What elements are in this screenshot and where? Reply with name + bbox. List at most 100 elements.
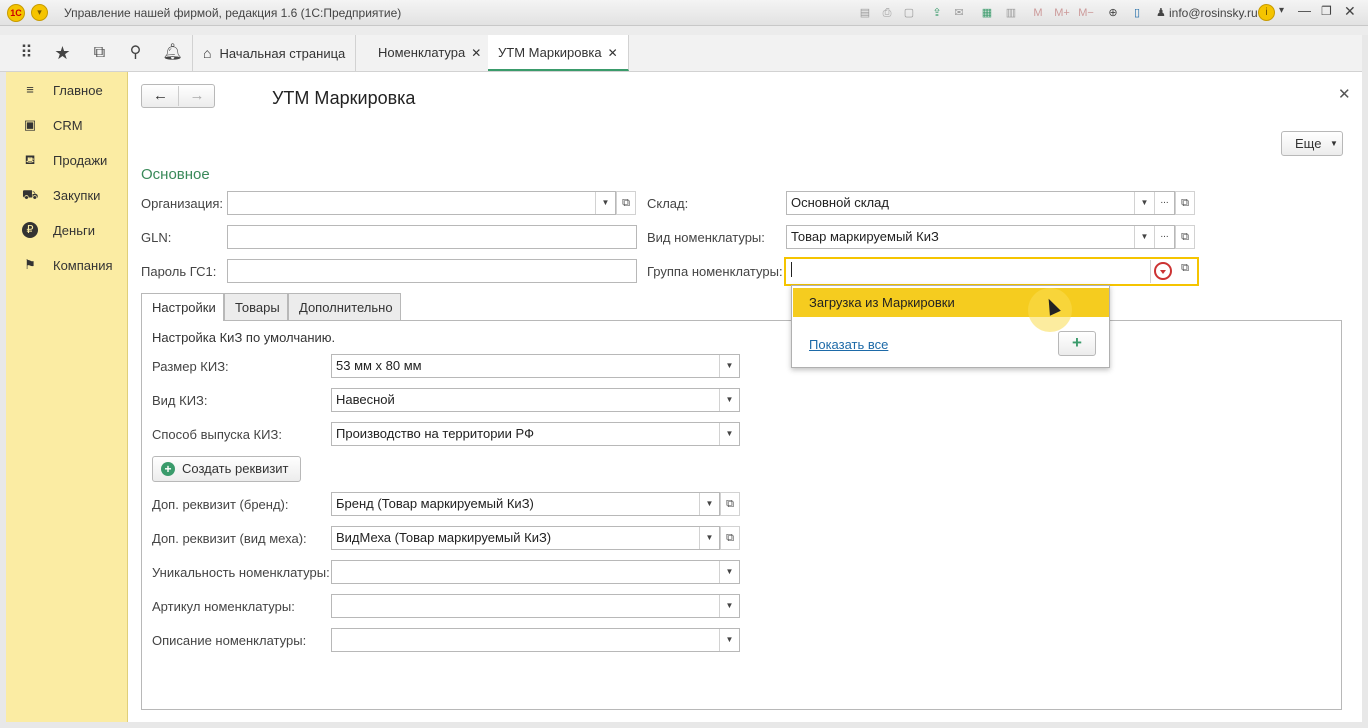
gln-field[interactable] <box>227 225 637 249</box>
select-dots-icon[interactable]: ... <box>1154 226 1174 248</box>
warehouse-field[interactable]: Основной склад ... ▼ <box>786 191 1175 215</box>
bell-icon[interactable]: 🔔︎ <box>154 35 191 71</box>
user-icon: ♟ <box>1156 7 1166 19</box>
upload-icon[interactable]: ⇪ <box>930 6 944 20</box>
search-icon[interactable]: ⚲ <box>117 35 154 71</box>
user-name[interactable]: info@rosinsky.ru <box>1169 6 1258 20</box>
chevron-down-icon[interactable]: ▾ <box>1279 5 1284 16</box>
settings-tab-page <box>141 320 1342 710</box>
kind-label: Вид КИЗ: <box>152 393 208 408</box>
minimize-icon[interactable]: — <box>1298 3 1311 18</box>
open-icon[interactable]: ⧉ <box>1176 262 1194 275</box>
sidebar-item-purchases[interactable]: ⛟ Закупки <box>6 184 128 208</box>
unique-label: Уникальность номенклатуры: <box>152 565 330 580</box>
preview-icon[interactable]: ▢ <box>902 6 916 20</box>
sidebar-item-money[interactable]: ₽ Деньги <box>6 219 128 243</box>
panel-icon[interactable]: ▯ <box>1130 6 1144 20</box>
tab-settings[interactable]: Настройки <box>141 293 224 322</box>
nomenclature-kind-label: Вид номенклатуры: <box>647 230 765 245</box>
sidebar-item-label: Закупки <box>53 188 101 203</box>
chevron-down-icon[interactable]: ▼ <box>595 192 615 214</box>
chevron-down-icon[interactable]: ▼ <box>719 629 739 651</box>
home-icon: ⌂ <box>203 45 212 61</box>
tab-goods[interactable]: Товары <box>224 293 288 321</box>
zoom-icon[interactable]: ⊕ <box>1106 6 1120 20</box>
flag-icon: ⚑ <box>24 257 36 272</box>
tab-nomenclature[interactable]: Номенклатура ✕ <box>368 35 493 71</box>
close-icon[interactable]: ✕ <box>608 46 618 60</box>
apps-grid-icon[interactable]: ⠿ <box>8 35 45 71</box>
print-icon[interactable]: ⎙ <box>880 6 894 20</box>
info-icon[interactable]: i <box>1258 4 1275 21</box>
description-field[interactable]: ▼ <box>331 628 740 652</box>
chevron-down-icon[interactable]: ▼ <box>719 423 739 445</box>
m-plus-icon[interactable]: M+ <box>1052 6 1072 20</box>
brand-field[interactable]: Бренд (Товар маркируемый КиЗ) ▼ <box>331 492 720 516</box>
window-titlebar: 1С ▾ Управление нашей фирмой, редакция 1… <box>0 0 1368 26</box>
close-icon[interactable]: ✕ <box>471 46 481 60</box>
star-icon[interactable]: ★ <box>44 35 81 71</box>
open-icon[interactable]: ⧉ <box>1175 191 1195 215</box>
mail-icon[interactable]: ✉ <box>952 6 966 20</box>
open-icon[interactable]: ⧉ <box>1175 225 1195 249</box>
tab-home-label: Начальная страница <box>219 46 346 61</box>
m-minus-icon[interactable]: M− <box>1076 6 1096 20</box>
close-window-icon[interactable]: ✕ <box>1344 3 1356 20</box>
kind-field[interactable]: Навесной ▼ <box>331 388 740 412</box>
add-button[interactable]: + <box>1058 331 1096 356</box>
chevron-down-icon[interactable]: ▼ <box>1134 192 1154 214</box>
restore-icon[interactable]: ❐ <box>1321 4 1332 18</box>
settings-heading: Настройка КиЗ по умолчанию. <box>152 330 336 345</box>
sidebar-item-company[interactable]: ⚑ Компания <box>6 254 128 278</box>
tab-utm-marking[interactable]: УТМ Маркировка ✕ <box>488 35 629 71</box>
show-all-link[interactable]: Показать все <box>809 337 888 352</box>
1c-logo-icon: 1С <box>7 4 25 22</box>
main-menu-icon[interactable]: ▾ <box>31 4 48 21</box>
password-field[interactable] <box>227 259 637 283</box>
open-icon[interactable]: ⧉ <box>720 526 740 550</box>
more-button[interactable]: Еще ▼ <box>1281 131 1343 156</box>
chevron-down-icon[interactable]: ▼ <box>719 389 739 411</box>
sidebar-item-crm[interactable]: ▣ CRM <box>6 114 128 138</box>
history-icon[interactable] <box>1154 262 1172 280</box>
open-icon[interactable]: ⧉ <box>720 492 740 516</box>
sidebar-item-sales[interactable]: ⛾ Продажи <box>6 149 128 173</box>
chevron-down-icon[interactable]: ▼ <box>719 355 739 377</box>
nomenclature-group-field[interactable] <box>784 257 1199 286</box>
calendar-icon[interactable]: ▥ <box>1004 6 1018 20</box>
size-value: 53 мм х 80 мм <box>336 358 422 373</box>
tab-nomenclature-label: Номенклатура <box>378 45 466 60</box>
window-right-border <box>1362 35 1368 728</box>
nomenclature-kind-field[interactable]: Товар маркируемый КиЗ ... ▼ <box>786 225 1175 249</box>
warehouse-label: Склад: <box>647 196 689 211</box>
save-icon[interactable]: ▤ <box>858 6 872 20</box>
tab-home[interactable]: ⌂ Начальная страница <box>192 35 357 71</box>
chevron-down-icon[interactable]: ▼ <box>699 493 719 515</box>
chevron-down-icon[interactable]: ▼ <box>719 561 739 583</box>
fur-field[interactable]: ВидМеха (Товар маркируемый КиЗ) ▼ <box>331 526 720 550</box>
back-arrow-icon[interactable]: ← <box>143 86 179 106</box>
sidebar: ≡ Главное ▣ CRM ⛾ Продажи ⛟ Закупки ₽ Деньги … <box>6 72 128 722</box>
chevron-down-icon[interactable]: ▼ <box>1134 226 1154 248</box>
chevron-down-icon[interactable]: ▼ <box>719 595 739 617</box>
size-field[interactable]: 53 мм х 80 мм ▼ <box>331 354 740 378</box>
create-attribute-button[interactable]: + Создать реквизит <box>152 456 301 482</box>
forward-arrow-icon[interactable]: → <box>179 86 215 106</box>
sidebar-item-label: Деньги <box>53 223 95 238</box>
m-icon[interactable]: M <box>1032 6 1044 20</box>
chevron-down-icon[interactable]: ▼ <box>699 527 719 549</box>
nav-buttons: ← → <box>141 84 215 108</box>
fur-label: Доп. реквизит (вид меха): <box>152 531 307 546</box>
sidebar-item-main[interactable]: ≡ Главное <box>6 79 128 103</box>
article-field[interactable]: ▼ <box>331 594 740 618</box>
open-icon[interactable]: ⧉ <box>616 191 636 215</box>
calculator-icon[interactable]: ▦ <box>980 6 994 20</box>
unique-field[interactable]: ▼ <box>331 560 740 584</box>
history-icon[interactable]: ⧉ <box>81 35 118 71</box>
menu-icon: ≡ <box>26 82 34 97</box>
tab-additional[interactable]: Дополнительно <box>288 293 401 321</box>
select-dots-icon[interactable]: ... <box>1154 192 1174 214</box>
org-field[interactable]: ▼ <box>227 191 616 215</box>
release-field[interactable]: Производство на территории РФ ▼ <box>331 422 740 446</box>
close-form-icon[interactable]: ✕ <box>1338 85 1351 103</box>
